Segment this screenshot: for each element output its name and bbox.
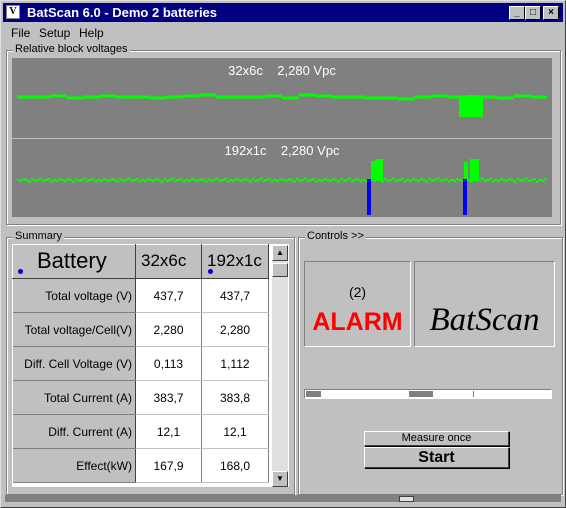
battery-header-label: Battery [37, 248, 107, 273]
table-cell[interactable]: 167,9 [135, 448, 202, 483]
start-button[interactable]: Start [364, 447, 509, 468]
table-cell[interactable]: 383,8 [201, 380, 269, 415]
selection-dot [18, 269, 23, 274]
menu-file[interactable]: File [11, 26, 30, 40]
low-cell-marker [367, 179, 371, 215]
voltages-group-label: Relative block voltages [13, 43, 130, 55]
row-label: Total voltage (V) [12, 278, 136, 313]
table-row: Diff. Current (A) 12,1 12,1 [12, 414, 269, 449]
row-label: Total Current (A) [12, 380, 136, 415]
scroll-down-button[interactable]: ▼ [272, 471, 288, 487]
table-cell[interactable]: 2,280 [135, 312, 202, 347]
table-cell[interactable]: 12,1 [201, 414, 269, 449]
maximize-button[interactable]: □ [525, 6, 541, 20]
cell-deviation-bar [371, 161, 375, 179]
alarm-text: ALARM [312, 308, 403, 336]
column-header-label: 192x1c [207, 251, 262, 270]
table-row: Diff. Cell Voltage (V) 0,113 1,112 [12, 346, 269, 381]
table-cell[interactable]: 0,113 [135, 346, 202, 381]
status-scrollbar[interactable] [5, 495, 561, 502]
progress-segment [306, 391, 321, 397]
summary-group-label: Summary [13, 230, 65, 242]
voltage-panel-32x6c: 32x6c 2,280 Vpc [12, 58, 552, 138]
table-row: Total voltage (V) 437,7 437,7 [12, 278, 269, 313]
row-label: Effect(kW) [12, 448, 136, 483]
row-label: Diff. Current (A) [12, 414, 136, 449]
title-bar[interactable]: V BatScan 6.0 - Demo 2 batteries _ □ × [3, 3, 563, 22]
table-cell[interactable]: 2,280 [201, 312, 269, 347]
measure-once-button[interactable]: Measure once [364, 431, 509, 446]
table-cell[interactable]: 1,112 [201, 346, 269, 381]
progress-bar [304, 389, 552, 399]
alarm-count: (2) [348, 284, 367, 300]
summary-vertical-scrollbar[interactable]: ▲ ▼ [272, 245, 288, 487]
summary-table-area: Battery 32x6c 192x1c Total voltage (V) 4… [12, 244, 289, 487]
logo-panel: BatScan [414, 261, 555, 347]
battery-header[interactable]: Battery [12, 244, 136, 279]
batscan-logo: BatScan [429, 302, 540, 338]
summary-table: Battery 32x6c 192x1c Total voltage (V) 4… [12, 244, 269, 483]
close-button[interactable]: × [543, 6, 559, 20]
voltage-panel-192x1c: 192x1c 2,280 Vpc [12, 139, 552, 217]
progress-tick [473, 391, 474, 397]
window-title: BatScan 6.0 - Demo 2 batteries [27, 5, 218, 20]
table-row: Effect(kW) 167,9 168,0 [12, 448, 269, 483]
table-cell[interactable]: 437,7 [135, 278, 202, 313]
low-cell-marker [463, 179, 467, 215]
controls-group-label[interactable]: Controls >> [305, 230, 366, 242]
cell-deviation-bar [375, 159, 383, 181]
app-icon[interactable]: V [6, 5, 20, 19]
table-row: Total voltage/Cell(V) 2,280 2,280 [12, 312, 269, 347]
menu-bar: File Setup Help [3, 24, 563, 42]
minimize-button[interactable]: _ [509, 6, 525, 20]
row-label: Diff. Cell Voltage (V) [12, 346, 136, 381]
up-arrow-icon: ▲ [276, 248, 284, 257]
table-cell[interactable]: 12,1 [135, 414, 202, 449]
progress-segment [409, 391, 433, 397]
table-cell[interactable]: 383,7 [135, 380, 202, 415]
scroll-up-button[interactable]: ▲ [272, 245, 288, 261]
block-deviation-bar [467, 95, 477, 99]
table-cell[interactable]: 168,0 [201, 448, 269, 483]
table-cell[interactable]: 437,7 [201, 278, 269, 313]
menu-help[interactable]: Help [79, 26, 104, 40]
column-header-192x1c[interactable]: 192x1c [201, 244, 269, 279]
app-window: V BatScan 6.0 - Demo 2 batteries _ □ × F… [0, 0, 566, 508]
down-arrow-icon: ▼ [276, 474, 284, 483]
status-scroll-thumb[interactable] [399, 496, 414, 502]
block-deviation-bar [459, 97, 483, 117]
voltage-trace-192x1c [17, 159, 547, 215]
row-label: Total voltage/Cell(V) [12, 312, 136, 347]
table-row: Total Current (A) 383,7 383,8 [12, 380, 269, 415]
column-header-32x6c[interactable]: 32x6c [135, 244, 202, 279]
scroll-thumb[interactable] [272, 263, 288, 277]
voltage-trace-32x6c [17, 93, 547, 117]
alarm-panel[interactable]: (2) ALARM [304, 261, 411, 347]
cell-deviation-bar [470, 159, 479, 181]
column-header-label: 32x6c [141, 251, 187, 270]
menu-setup[interactable]: Setup [39, 26, 70, 40]
cell-deviation-bar [464, 162, 468, 179]
